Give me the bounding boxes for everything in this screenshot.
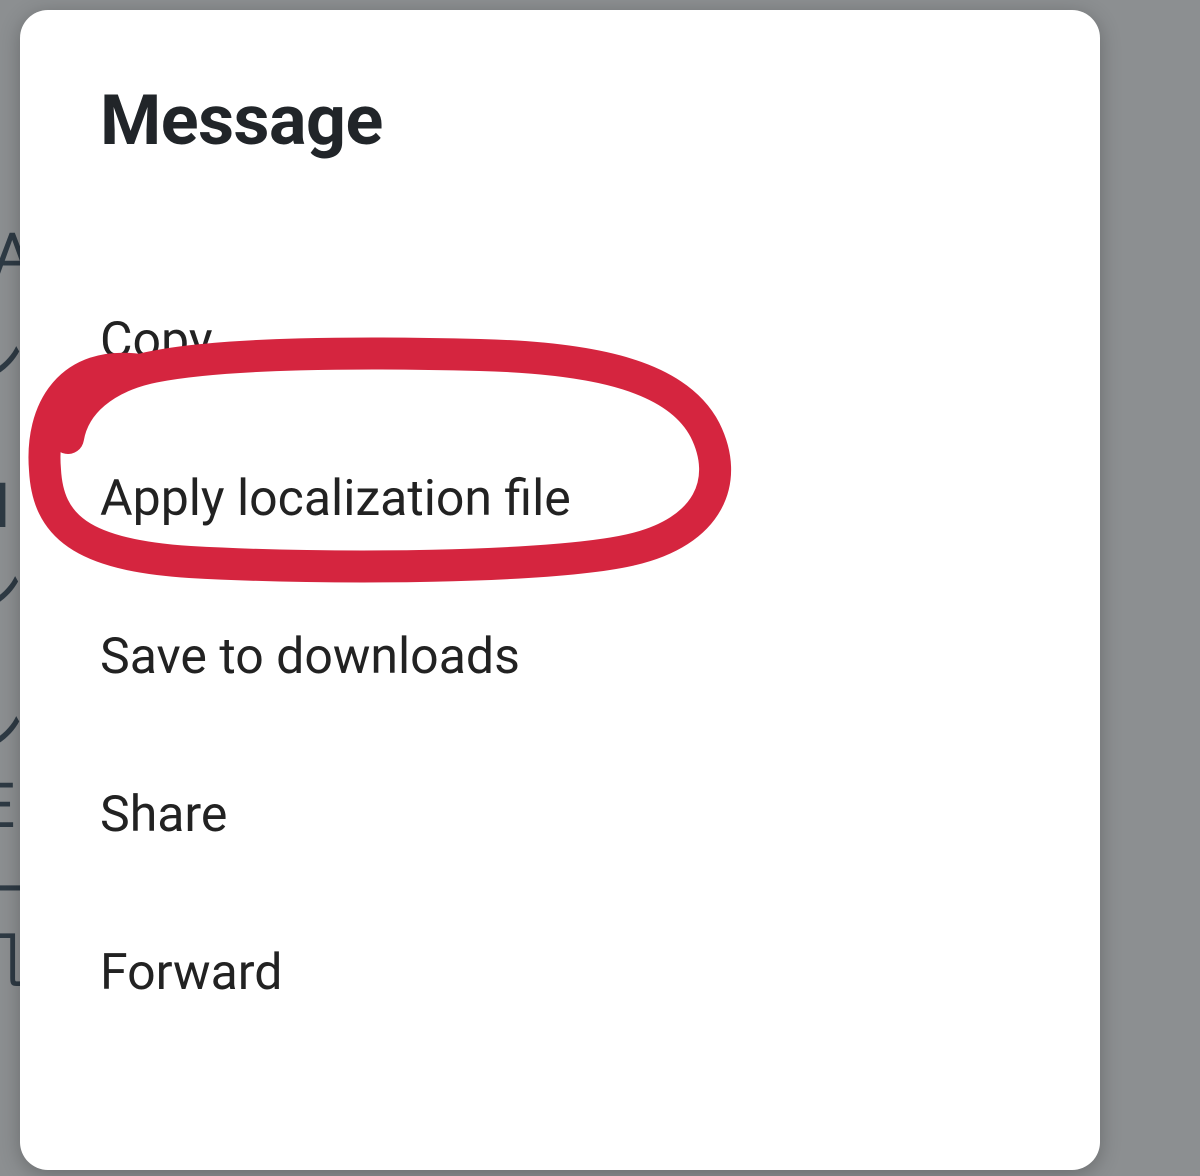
message-context-menu: Message Copy Apply localization file Sav… <box>20 10 1100 1170</box>
menu-item-copy[interactable]: Copy <box>100 262 1020 420</box>
bg-text-fragment: I <box>0 470 11 543</box>
menu-item-forward[interactable]: Forward <box>100 894 1020 1052</box>
bg-text-fragment: E <box>0 770 15 843</box>
dialog-title: Message <box>100 80 1020 162</box>
menu-item-save-to-downloads[interactable]: Save to downloads <box>100 578 1020 736</box>
menu-item-share[interactable]: Share <box>100 736 1020 894</box>
menu-item-apply-localization-file[interactable]: Apply localization file <box>100 420 1020 578</box>
menu-list: Copy Apply localization file Save to dow… <box>100 262 1020 1052</box>
